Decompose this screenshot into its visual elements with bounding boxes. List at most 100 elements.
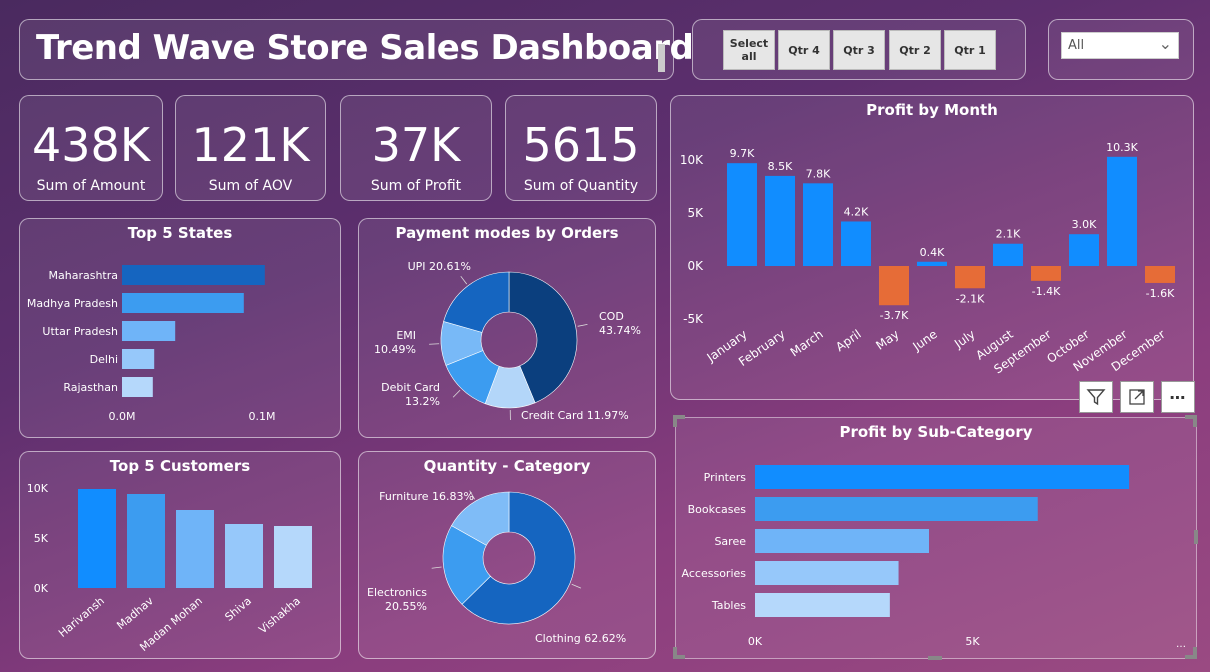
chart-title: Top 5 States	[127, 224, 233, 242]
x-tick-label: March	[788, 327, 826, 359]
top-customers-chart[interactable]: 10K5K0KHarivansh MadhavMadan Mohan Shiva Vi…	[20, 478, 340, 658]
profit-by-subcategory-chart[interactable]: Printers Bookcases Saree Accessories Tables 0…	[676, 446, 1196, 658]
bar	[1145, 266, 1175, 283]
data-label: 4.2K	[844, 205, 869, 218]
x-tick-label: 0K	[748, 635, 763, 648]
data-label: 20.55%	[385, 600, 427, 613]
x-tick-label: 0.0M	[109, 410, 136, 423]
resize-handle[interactable]	[1194, 530, 1198, 544]
x-tick-label: Madhav	[114, 594, 156, 632]
resize-handle[interactable]	[1193, 647, 1197, 659]
data-label: 10.49%	[374, 343, 416, 356]
x-tick-label: Vishakha	[256, 594, 303, 636]
slice	[443, 271, 510, 333]
profit-subcategory-panel[interactable]: Profit by Sub-Category Printers Bookcases…	[675, 417, 1197, 659]
resize-handle[interactable]	[928, 656, 942, 660]
bar	[803, 183, 833, 266]
kpi-value: 438K	[32, 118, 150, 172]
chevron-down-icon: ⌄	[1158, 34, 1172, 53]
dropdown-panel: All ⌄	[1048, 19, 1194, 80]
data-label: 2.1K	[996, 228, 1021, 241]
kpi-label: Sum of Amount	[36, 178, 146, 194]
x-tick-label: 5K	[965, 635, 980, 648]
top-states-chart[interactable]: Maharashtra Madhya Pradesh Uttar Pradesh De…	[20, 247, 340, 437]
data-label: Credit Card 11.97%	[521, 409, 629, 422]
bar	[1031, 266, 1061, 281]
data-label: -1.6K	[1146, 287, 1175, 300]
category-label: Saree	[714, 535, 746, 548]
data-label: 0.4K	[920, 246, 945, 259]
leader-line	[431, 566, 442, 569]
quantity-category-panel: Quantity - Category Clothing 62.62% Elect…	[358, 451, 656, 659]
bar	[765, 175, 795, 266]
chart-title: Profit by Month	[866, 101, 998, 119]
slicer-select-all-button[interactable]: Select all	[723, 30, 775, 70]
data-label: 8.5K	[768, 160, 793, 173]
more-options-icon[interactable]: ⋯	[1161, 381, 1195, 413]
bar	[993, 243, 1023, 266]
bar	[225, 524, 263, 588]
quarter-slicer: Select all Qtr 4 Qtr 3 Qtr 2 Qtr 1	[692, 19, 1026, 80]
category-label: Rajasthan	[63, 381, 118, 394]
bar	[755, 497, 1038, 521]
kpi-label: Sum of AOV	[208, 178, 293, 194]
bar	[122, 321, 176, 341]
payment-modes-chart[interactable]: COD43.74% Credit Card 11.97% Debit Card13.…	[359, 247, 655, 437]
bar	[727, 163, 757, 266]
resize-handle[interactable]	[673, 415, 677, 427]
scrollbar-handle[interactable]	[658, 44, 665, 72]
top-states-panel: Top 5 States Maharashtra Madhya Pradesh Ut…	[19, 218, 341, 438]
slicer-qtr2-button[interactable]: Qtr 2	[889, 30, 941, 70]
data-label: -1.4K	[1032, 285, 1061, 298]
kpi-card-quantity: 5615 Sum of Quantity	[505, 95, 657, 201]
kpi-label: Sum of Quantity	[523, 178, 639, 194]
bar	[1107, 156, 1137, 266]
bar	[955, 266, 985, 289]
bar	[274, 526, 312, 588]
chart-title: Quantity - Category	[423, 457, 591, 475]
focus-mode-icon[interactable]	[1120, 381, 1154, 413]
bar	[127, 494, 165, 588]
slicer-qtr3-button[interactable]: Qtr 3	[833, 30, 885, 70]
leader-line	[577, 323, 588, 327]
quantity-category-chart[interactable]: Clothing 62.62% Electronics20.55% Furnitur…	[359, 478, 655, 658]
bar	[841, 221, 871, 266]
bar	[122, 265, 265, 285]
bar	[879, 266, 909, 306]
overflow-ellipsis: …	[1176, 639, 1186, 650]
category-label: Tables	[711, 599, 746, 612]
category-label: Madhya Pradesh	[27, 297, 118, 310]
y-tick-label: 10K	[27, 482, 49, 495]
data-label: Debit Card	[381, 381, 440, 394]
bar	[122, 377, 153, 397]
kpi-card-profit: 37K Sum of Profit	[340, 95, 492, 201]
profit-month-panel: Profit by Month 10K 5K 0K -5K 9.7K January 8.5…	[670, 95, 1194, 400]
category-label: Uttar Pradesh	[42, 325, 118, 338]
chart-title: Payment modes by Orders	[395, 224, 619, 242]
x-tick-label: Harivansh	[56, 594, 107, 640]
leader-line	[460, 275, 468, 285]
dropdown-select[interactable]: All ⌄	[1061, 32, 1179, 59]
data-label: -3.7K	[880, 309, 909, 322]
bar	[122, 293, 244, 313]
slicer-qtr1-button[interactable]: Qtr 1	[944, 30, 996, 70]
leader-line	[429, 343, 440, 345]
resize-handle[interactable]	[673, 647, 677, 659]
kpi-value: 37K	[371, 118, 461, 172]
data-label: -2.1K	[956, 292, 985, 305]
leader-line	[452, 389, 461, 398]
resize-handle[interactable]	[1193, 415, 1197, 427]
slicer-qtr4-button[interactable]: Qtr 4	[778, 30, 830, 70]
x-tick-label: Shiva	[222, 594, 254, 623]
payment-modes-panel: Payment modes by Orders COD 43.74% Credit …	[358, 218, 656, 438]
bar	[917, 261, 947, 266]
title-panel: Trend Wave Store Sales Dashboard	[19, 19, 694, 80]
filter-icon[interactable]	[1079, 381, 1113, 413]
bar	[755, 561, 899, 585]
profit-by-month-chart[interactable]: 10K5K0K-5K9.7KJanuary8.5KFebruary7.8KMar…	[671, 118, 1193, 398]
kpi-value: 5615	[522, 118, 640, 172]
dropdown-value: All	[1068, 38, 1085, 53]
bar	[176, 510, 214, 588]
data-label: 10.3K	[1106, 141, 1138, 154]
data-label: UPI 20.61%	[408, 260, 471, 273]
